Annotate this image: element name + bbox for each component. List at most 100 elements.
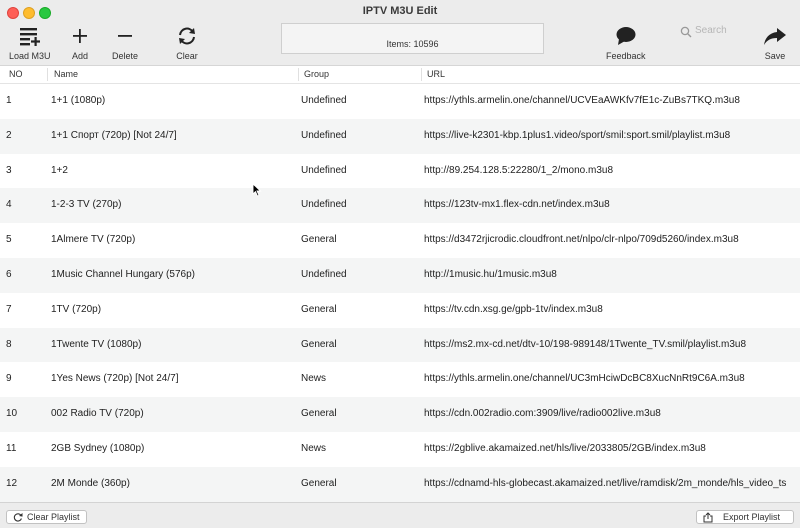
- export-playlist-button[interactable]: Export Playlist: [696, 510, 794, 524]
- items-count: Items: 10596: [386, 39, 439, 49]
- cell-group: Undefined: [301, 164, 347, 176]
- refresh-icon: [13, 513, 23, 522]
- clear-playlist-label: Clear Playlist: [27, 512, 80, 522]
- column-header-name[interactable]: Name: [54, 69, 78, 79]
- export-icon: [703, 511, 713, 522]
- cell-group: General: [301, 477, 337, 489]
- search-icon: [680, 26, 692, 38]
- cell-group: General: [301, 303, 337, 315]
- delete-label: Delete: [112, 51, 139, 61]
- cell-url: https://live-k2301-kbp.1plus1.video/spor…: [424, 129, 731, 141]
- search-placeholder: Search: [695, 25, 727, 36]
- speech-bubble-icon: [616, 27, 636, 45]
- cell-group: General: [301, 408, 337, 420]
- table-row[interactable]: 12 2M Monde (360p) General https://cdnam…: [0, 466, 800, 502]
- add-button[interactable]: Add: [72, 26, 88, 61]
- cell-name: 002 Radio TV (720p): [51, 408, 144, 420]
- column-divider[interactable]: [421, 68, 422, 81]
- cell-name: 1Almere TV (720p): [51, 234, 136, 246]
- cell-no: 7: [6, 303, 12, 315]
- mouse-cursor-icon: [252, 183, 262, 197]
- column-divider[interactable]: [298, 68, 299, 81]
- table-row[interactable]: 11 2GB Sydney (1080p) News https://2gbli…: [0, 432, 800, 467]
- feedback-button[interactable]: Feedback: [606, 26, 646, 61]
- cell-name: 1-2-3 TV (270p): [51, 199, 122, 211]
- search-field[interactable]: Search: [676, 24, 756, 39]
- cell-no: 11: [6, 442, 17, 454]
- export-playlist-label: Export Playlist: [723, 512, 781, 522]
- cell-url: https://123tv-mx1.flex-cdn.net/index.m3u…: [424, 199, 610, 211]
- table-row[interactable]: 4 1-2-3 TV (270p) Undefined https://123t…: [0, 188, 800, 224]
- feedback-label: Feedback: [606, 51, 646, 61]
- add-label: Add: [72, 51, 89, 61]
- table-row[interactable]: 3 1+2 Undefined http://89.254.128.5:2228…: [0, 154, 800, 189]
- cell-group: Undefined: [301, 268, 347, 280]
- cell-url: https://2gblive.akamaized.net/hls/live/2…: [424, 442, 706, 454]
- cell-url: http://89.254.128.5:22280/1_2/mono.m3u8: [424, 164, 614, 176]
- cell-no: 6: [6, 268, 12, 280]
- refresh-icon: [179, 27, 195, 45]
- table-row[interactable]: 8 1Twente TV (1080p) General https://ms2…: [0, 327, 800, 363]
- load-m3u-label: Load M3U: [9, 51, 51, 61]
- cell-url: https://d3472rjicrodic.cloudfront.net/nl…: [424, 234, 739, 246]
- table-row[interactable]: 2 1+1 Спорт (720p) [Not 24/7] Undefined …: [0, 118, 800, 154]
- delete-button[interactable]: Delete: [112, 26, 138, 61]
- cell-name: 1Yes News (720p) [Not 24/7]: [51, 373, 179, 385]
- footer-bar: Clear Playlist Export Playlist: [0, 502, 800, 528]
- cell-name: 2M Monde (360p): [51, 477, 130, 489]
- cell-no: 3: [6, 164, 12, 176]
- cell-url: https://ms2.mx-cd.net/dtv-10/198-989148/…: [424, 338, 747, 350]
- items-count-box: Items: 10596: [281, 23, 544, 54]
- cell-name: 1+1 Спорт (720p) [Not 24/7]: [51, 129, 177, 141]
- toolbar: IPTV M3U Edit Load M3U Add Delete Clear …: [0, 0, 800, 66]
- table-row[interactable]: 7 1TV (720p) General https://tv.cdn.xsg.…: [0, 293, 800, 328]
- cell-name: 1TV (720p): [51, 303, 102, 315]
- load-m3u-button[interactable]: Load M3U: [9, 26, 51, 61]
- cell-group: General: [301, 234, 337, 246]
- cell-url: https://cdn.002radio.com:3909/live/radio…: [424, 408, 661, 420]
- column-header-no[interactable]: NO: [9, 69, 23, 79]
- table-header: NO Name Group URL: [0, 66, 800, 84]
- save-label: Save: [764, 51, 786, 61]
- column-header-group[interactable]: Group: [304, 69, 329, 79]
- channel-table: 1 1+1 (1080p) Undefined https://ythls.ar…: [0, 84, 800, 502]
- app-window: IPTV M3U Edit Load M3U Add Delete Clear …: [0, 0, 800, 528]
- table-row[interactable]: 10 002 Radio TV (720p) General https://c…: [0, 397, 800, 432]
- share-arrow-icon: [764, 28, 786, 45]
- save-button[interactable]: Save: [763, 26, 787, 61]
- cell-url: http://1music.hu/1music.m3u8: [424, 268, 557, 280]
- list-add-icon: [19, 28, 40, 46]
- cell-url: https://cdnamd-hls-globecast.akamaized.n…: [424, 477, 787, 489]
- cell-group: General: [301, 338, 337, 350]
- cell-name: 2GB Sydney (1080p): [51, 442, 145, 454]
- cell-name: 1Twente TV (1080p): [51, 338, 142, 350]
- cell-url: https://ythls.armelin.one/channel/UCVEaA…: [424, 95, 740, 106]
- cell-group: News: [301, 373, 327, 385]
- cell-no: 2: [6, 129, 12, 141]
- cell-group: Undefined: [301, 199, 347, 211]
- cell-group: Undefined: [301, 95, 347, 106]
- cell-url: https://tv.cdn.xsg.ge/gpb-1tv/index.m3u8: [424, 303, 603, 315]
- plus-icon: [73, 29, 87, 43]
- cell-url: https://ythls.armelin.one/channel/UC3mHc…: [424, 373, 745, 385]
- clear-button[interactable]: Clear: [176, 26, 198, 61]
- cell-name: 1Music Channel Hungary (576p): [51, 268, 195, 280]
- cell-name: 1+2: [51, 164, 68, 176]
- cell-no: 1: [6, 95, 12, 106]
- window-title: IPTV M3U Edit: [362, 5, 438, 17]
- column-divider[interactable]: [47, 68, 48, 81]
- column-header-url[interactable]: URL: [427, 69, 445, 79]
- clear-playlist-button[interactable]: Clear Playlist: [6, 510, 87, 524]
- cell-no: 8: [6, 338, 12, 350]
- table-row[interactable]: 6 1Music Channel Hungary (576p) Undefine…: [0, 257, 800, 293]
- cell-no: 9: [6, 373, 12, 385]
- table-row[interactable]: 1 1+1 (1080p) Undefined https://ythls.ar…: [0, 84, 800, 119]
- table-row[interactable]: 5 1Almere TV (720p) General https://d347…: [0, 223, 800, 258]
- table-row[interactable]: 9 1Yes News (720p) [Not 24/7] News https…: [0, 362, 800, 397]
- cell-no: 5: [6, 234, 12, 246]
- cell-no: 12: [6, 477, 18, 489]
- cell-group: News: [301, 442, 327, 454]
- cell-name: 1+1 (1080p): [51, 95, 106, 106]
- cell-no: 4: [6, 199, 12, 211]
- minus-icon: [118, 35, 132, 37]
